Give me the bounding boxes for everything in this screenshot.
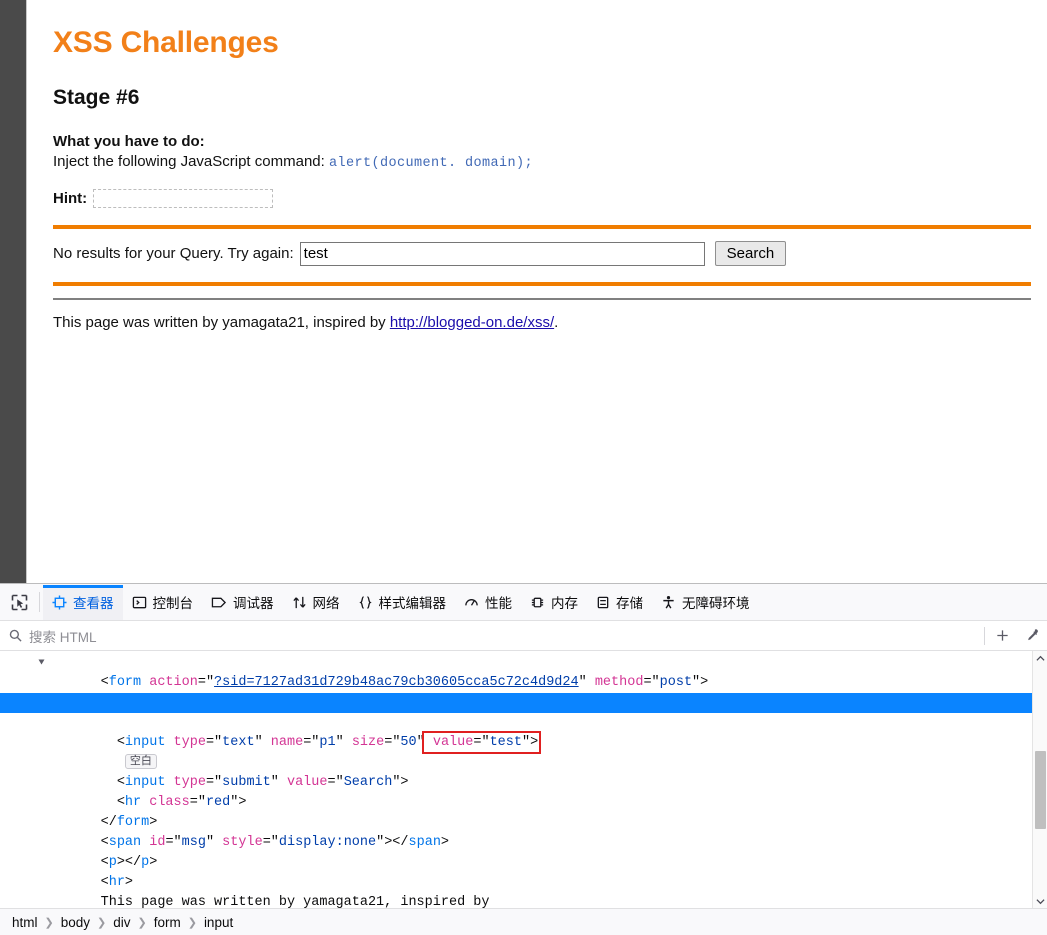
footer-prefix: This page was written by yamagata21, ins… <box>53 314 390 332</box>
scrollbar-thumb[interactable] <box>1035 751 1046 829</box>
eyedropper-icon[interactable] <box>1017 622 1047 650</box>
expand-twisty-icon[interactable] <box>38 659 45 665</box>
tab-network-label: 网络 <box>312 596 340 611</box>
query-result-label: No results for your Query. Try again: <box>53 245 294 263</box>
search-form: No results for your Query. Try again: Se… <box>53 241 1031 267</box>
what-to-do-label: What you have to do: <box>53 133 205 150</box>
tab-inspector-label: 查看器 <box>73 596 114 611</box>
breadcrumb-separator-icon: ❯ <box>187 916 197 929</box>
markup-row-span-msg[interactable]: <span id="msg" style="display:none"></sp… <box>0 813 1047 850</box>
markup-row-form-close[interactable]: </form> <box>0 793 1047 830</box>
breadcrumb-separator-icon: ❯ <box>44 916 54 929</box>
performance-icon <box>465 598 478 606</box>
devtools-panel: 查看器 控制台 调试器 网络 样式编辑器 性能 内存 存储 无障碍环境 搜索 H… <box>0 583 1047 935</box>
stage-heading: Stage #6 <box>53 86 140 109</box>
scroll-up-arrow-icon[interactable] <box>1033 651 1047 666</box>
divider-orange-bottom <box>53 282 1031 287</box>
inspector-icon <box>52 594 67 610</box>
search-input-placeholder: 搜索 HTML <box>29 629 97 645</box>
debugger-icon <box>211 597 227 607</box>
tab-memory[interactable]: 内存 <box>521 585 587 620</box>
tab-memory-label: 内存 <box>551 596 578 611</box>
tab-inspector[interactable]: 查看器 <box>43 584 123 620</box>
element-picker-icon[interactable] <box>2 585 36 619</box>
markup-row-hr-top[interactable]: <hr class="red"> <box>0 673 1047 710</box>
tab-performance[interactable]: 性能 <box>455 585 521 620</box>
markup-row-selected-text[interactable]: No results for your Query. Try again: <box>0 693 1047 730</box>
plus-icon[interactable] <box>987 622 1017 650</box>
tab-accessibility[interactable]: 无障碍环境 <box>652 585 759 620</box>
page-surface: XSS Challenges Stage #6 What you have to… <box>26 0 1047 583</box>
markup-search-bar[interactable]: 搜索 HTML <box>0 621 1047 651</box>
javascript-command-code: alert(document. domain); <box>328 156 534 172</box>
hint-box <box>93 188 274 208</box>
markup-scrollbar[interactable] <box>1032 651 1047 909</box>
tab-network[interactable]: 网络 <box>283 585 349 620</box>
markup-row-form[interactable]: <form action="?sid=7127ad31d729b48ac79cb… <box>0 653 1047 690</box>
storage-icon <box>597 596 609 608</box>
hint-label: Hint: <box>53 189 88 207</box>
breadcrumb-separator-icon: ❯ <box>97 916 107 929</box>
breadcrumb-item-form[interactable]: form <box>152 915 183 930</box>
toolbar-divider <box>39 592 40 612</box>
tab-style-editor[interactable]: 样式编辑器 <box>349 585 456 620</box>
markup-row-hr-bottom[interactable]: <hr class="red"> <box>0 773 1047 810</box>
tab-console[interactable]: 控制台 <box>123 585 203 620</box>
breadcrumb-item-body[interactable]: body <box>59 915 92 930</box>
what-to-do-text: Inject the following JavaScript command:… <box>53 152 1031 173</box>
accessibility-icon <box>663 595 674 608</box>
console-icon <box>132 596 146 608</box>
page-title: XSS Challenges <box>53 26 279 59</box>
breadcrumb-separator-icon: ❯ <box>137 916 147 929</box>
tab-debugger-label: 调试器 <box>233 596 274 611</box>
divider-orange-top <box>53 225 1031 230</box>
breadcrumb-item-div[interactable]: div <box>111 915 132 930</box>
tab-console-label: 控制台 <box>152 596 194 611</box>
style-editor-icon <box>358 595 372 609</box>
divider-gray <box>53 298 1031 301</box>
search-actions-divider <box>984 626 985 645</box>
breadcrumb-item-input[interactable]: input <box>202 915 235 930</box>
page-footer: This page was written by yamagata21, ins… <box>53 314 1031 331</box>
search-bar-actions <box>984 621 1047 650</box>
page-content: XSS Challenges Stage #6 What you have to… <box>27 0 1047 331</box>
search-input[interactable] <box>299 241 705 266</box>
tab-performance-label: 性能 <box>485 596 512 611</box>
search-icon <box>9 629 22 642</box>
tab-storage-label: 存储 <box>616 596 643 611</box>
scroll-down-arrow-icon[interactable] <box>1033 894 1047 909</box>
markup-row-input-submit[interactable]: <input type="submit" value="Search"> <box>0 753 1047 790</box>
markup-row-whitespace[interactable]: 空白 <box>0 733 1047 769</box>
markup-row-input-text[interactable]: <input type="text" name="p1" size="50" v… <box>0 713 1047 754</box>
breadcrumb: html ❯ body ❯ div ❯ form ❯ input <box>0 908 1047 935</box>
markup-row-footer-text[interactable]: This page was written by yamagata21, ins… <box>0 873 1047 910</box>
browser-viewport: XSS Challenges Stage #6 What you have to… <box>0 0 1047 583</box>
markup-view[interactable]: <form action="?sid=7127ad31d729b48ac79cb… <box>0 651 1047 911</box>
hint-row: Hint: <box>53 187 1031 209</box>
network-icon <box>292 596 306 608</box>
footer-link[interactable]: http://blogged-on.de/xss/ <box>390 314 554 331</box>
tab-style-editor-label: 样式编辑器 <box>378 596 447 611</box>
devtools-tabbar: 查看器 控制台 调试器 网络 样式编辑器 性能 内存 存储 无障碍环境 <box>0 584 1047 621</box>
tab-debugger[interactable]: 调试器 <box>202 585 283 620</box>
tab-accessibility-label: 无障碍环境 <box>682 596 750 611</box>
markup-row-p[interactable]: <p></p> <box>0 833 1047 870</box>
memory-icon <box>531 597 544 607</box>
tab-storage[interactable]: 存储 <box>587 585 652 620</box>
breadcrumb-item-html[interactable]: html <box>10 915 40 930</box>
footer-suffix: . <box>554 314 559 332</box>
markup-row-hr-plain[interactable]: <hr> <box>0 853 1047 890</box>
search-button[interactable]: Search <box>714 241 787 267</box>
instruction-text: Inject the following JavaScript command: <box>53 153 325 171</box>
